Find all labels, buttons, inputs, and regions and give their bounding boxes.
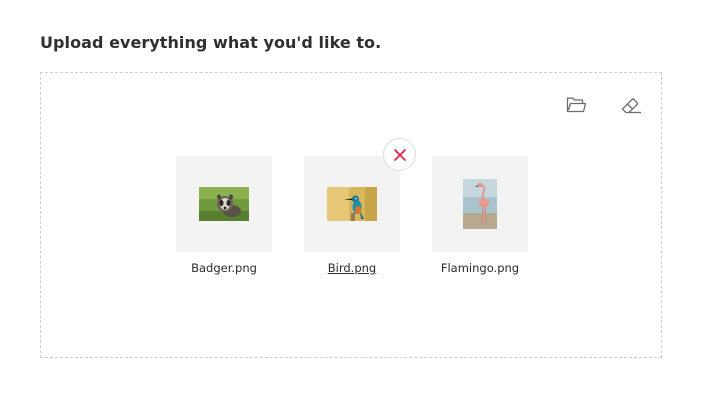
file-item[interactable]: Badger.png [176, 156, 272, 275]
remove-file-button[interactable] [383, 138, 416, 171]
close-icon [393, 148, 406, 161]
file-thumbnail[interactable] [176, 156, 272, 252]
file-name[interactable]: Flamingo.png [420, 261, 540, 275]
file-item[interactable]: Flamingo.png [432, 156, 528, 275]
file-name[interactable]: Bird.png [292, 261, 412, 275]
page-title: Upload everything what you'd like to. [40, 33, 382, 52]
badger-thumbnail [199, 187, 249, 221]
page: Upload everything what you'd like to. Ba… [0, 0, 704, 400]
file-item[interactable]: Bird.png [304, 156, 400, 275]
flamingo-thumbnail [463, 179, 497, 229]
folder-open-icon [566, 97, 587, 113]
file-thumbnail[interactable] [304, 156, 400, 252]
file-name[interactable]: Badger.png [164, 261, 284, 275]
upload-dropzone[interactable]: Badger.png Bird.png Flamingo.png [40, 72, 662, 358]
file-thumbnail[interactable] [432, 156, 528, 252]
open-folder-button[interactable] [562, 91, 590, 119]
clear-all-button[interactable] [617, 91, 645, 119]
kingfisher-thumbnail [327, 187, 377, 221]
eraser-icon [622, 98, 641, 114]
